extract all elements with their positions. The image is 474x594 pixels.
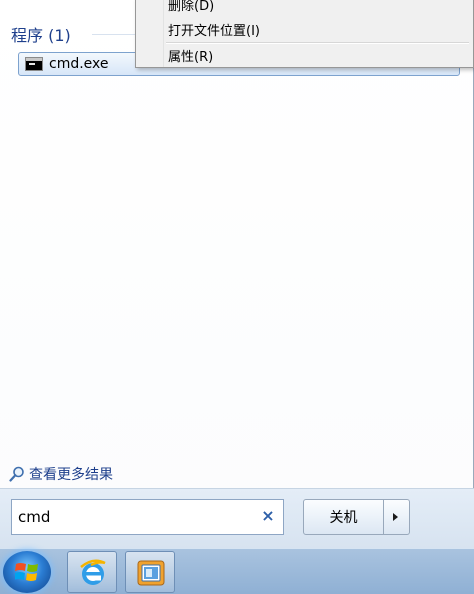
context-menu: 删除(D) 打开文件位置(I) 属性(R) (135, 0, 474, 68)
windows-logo-icon (15, 563, 38, 581)
start-button[interactable] (3, 551, 51, 593)
menu-item-properties[interactable]: 属性(R) (138, 44, 471, 66)
see-more-label: 查看更多结果 (29, 467, 113, 483)
search-input[interactable] (18, 506, 258, 528)
search-icon (9, 466, 24, 482)
chevron-right-icon (393, 513, 398, 521)
cmd-icon (25, 57, 43, 71)
search-box[interactable]: × (11, 499, 284, 535)
explorer-icon (137, 560, 165, 586)
programs-section-title: 程序 (1) (11, 26, 71, 45)
start-menu: 程序 (1) cmd.exe 查看更多结果 × 关机 (0, 0, 474, 548)
menu-item-label: 打开文件位置(I) (168, 24, 260, 39)
ie-icon (80, 559, 106, 585)
result-item-label: cmd.exe (49, 56, 109, 72)
shutdown-options-button[interactable] (384, 499, 410, 535)
see-more-results-link[interactable]: 查看更多结果 (9, 464, 113, 484)
taskbar-internet-explorer[interactable] (67, 551, 117, 593)
search-area: × 关机 (0, 488, 474, 548)
menu-item-label: 删除(D) (168, 0, 215, 14)
menu-item-label: 属性(R) (168, 50, 214, 65)
taskbar-file-explorer[interactable] (125, 551, 175, 593)
clear-search-icon[interactable]: × (260, 508, 276, 524)
shutdown-button[interactable]: 关机 (303, 499, 384, 535)
menu-item-open-file-location[interactable]: 打开文件位置(I) (138, 18, 471, 40)
menu-item-delete[interactable]: 删除(D) (138, 0, 471, 15)
taskbar (0, 548, 474, 594)
